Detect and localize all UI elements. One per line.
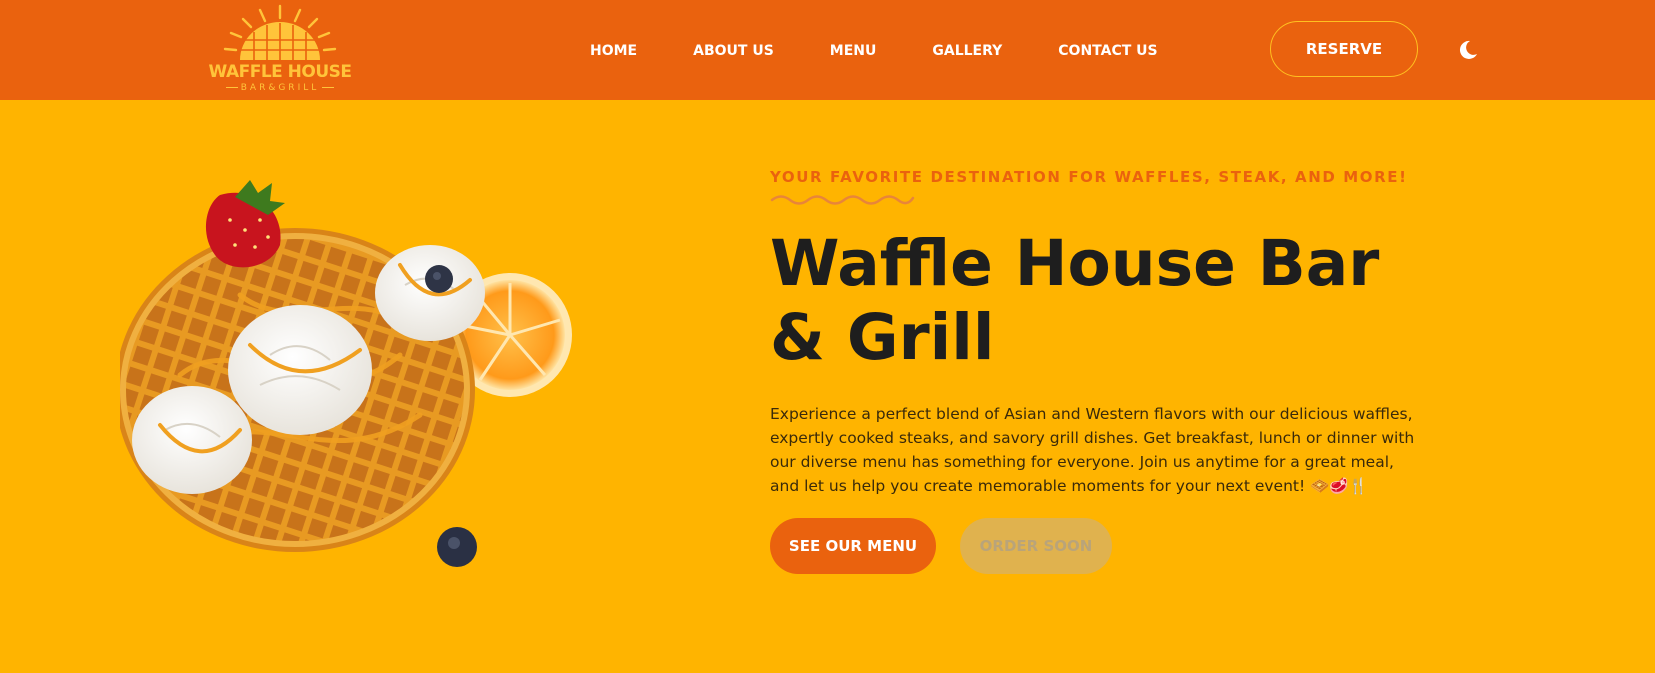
hero-description: Experience a perfect blend of Asian and … xyxy=(770,405,1415,495)
hero-tagline: YOUR FAVORITE DESTINATION FOR WAFFLES, S… xyxy=(770,168,1408,186)
brand-logo[interactable]: WAFFLE HOUSE BAR&GRILL xyxy=(205,4,355,96)
nav-link-contact-us[interactable]: CONTACT US xyxy=(1058,40,1157,62)
nav-link-about-us[interactable]: ABOUT US xyxy=(693,40,774,62)
nav-link-menu[interactable]: MENU xyxy=(830,40,877,62)
theme-toggle-button[interactable] xyxy=(1456,38,1480,62)
strawberry-icon xyxy=(205,180,285,268)
brand-subtitle: BAR&GRILL xyxy=(205,82,355,94)
hero-cta-row: SEE OUR MENU ORDER SOON xyxy=(770,518,1430,574)
see-our-menu-button[interactable]: SEE OUR MENU xyxy=(770,518,936,574)
moon-icon xyxy=(1459,40,1477,59)
navbar: WAFFLE HOUSE BAR&GRILL HOME ABOUT US MEN… xyxy=(0,0,1655,100)
squiggle-divider-icon xyxy=(770,195,915,205)
reserve-button[interactable]: RESERVE xyxy=(1270,21,1418,77)
order-soon-button[interactable]: ORDER SOON xyxy=(960,518,1112,574)
hero-title: Waffle House Bar & Grill xyxy=(770,227,1380,374)
hero-section: YOUR FAVORITE DESTINATION FOR WAFFLES, S… xyxy=(770,165,1430,574)
nav-link-gallery[interactable]: GALLERY xyxy=(932,40,1002,62)
sun-waffle-logo-icon xyxy=(223,4,337,60)
main-nav: HOME ABOUT US MENU GALLERY CONTACT US xyxy=(590,40,1158,62)
nav-link-home[interactable]: HOME xyxy=(590,40,637,62)
brand-name: WAFFLE HOUSE xyxy=(208,62,352,82)
hero-food-image xyxy=(115,175,580,585)
